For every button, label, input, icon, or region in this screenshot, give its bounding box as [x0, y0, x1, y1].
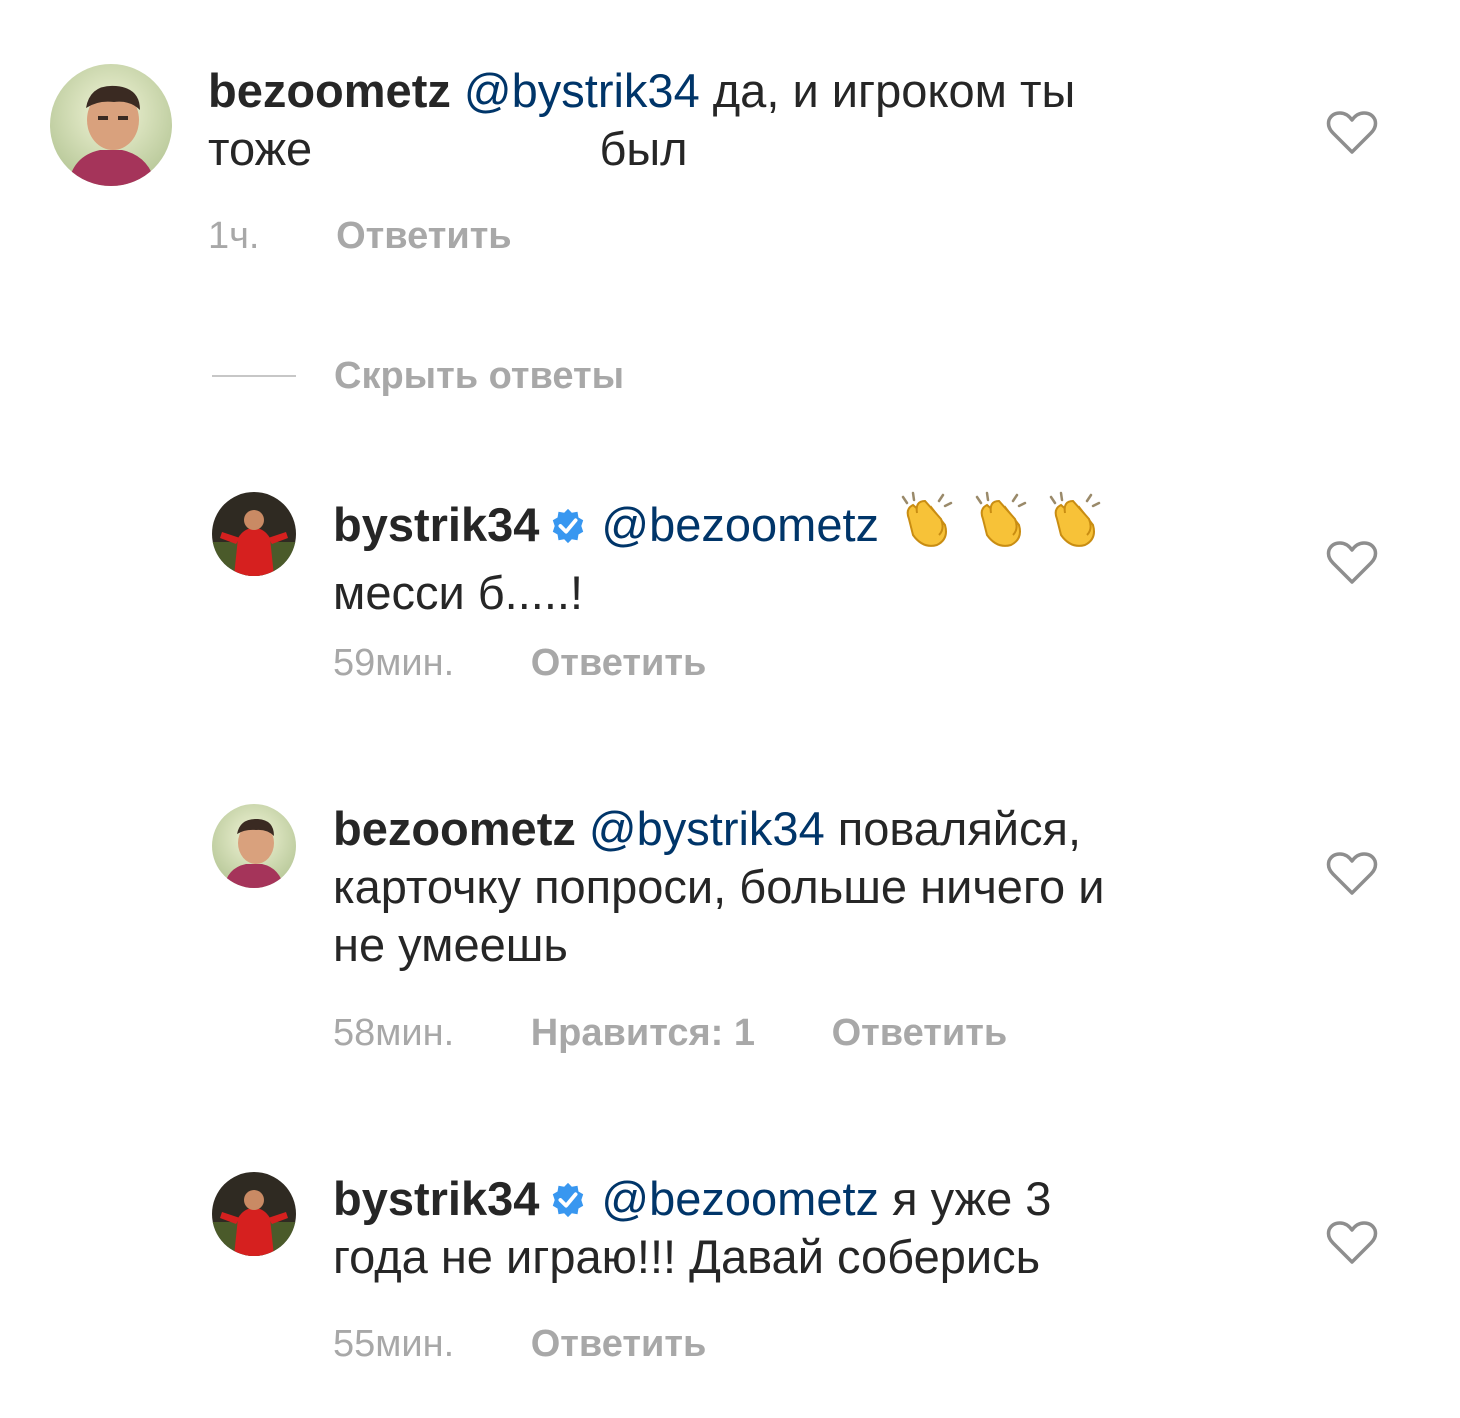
avatar[interactable] — [212, 1172, 296, 1256]
hide-replies-label[interactable]: Скрыть ответы — [334, 355, 624, 398]
comment-body: bezoometz @bystrik34 поваляйся, карточку… — [333, 800, 1293, 974]
avatar[interactable] — [212, 492, 296, 576]
football-player-icon — [212, 1172, 296, 1256]
mention-link[interactable]: @bystrik34 — [589, 802, 825, 855]
comment-text-line: да, и игроком ты — [699, 64, 1076, 117]
user-avatar-icon — [50, 64, 172, 186]
comment-body: bystrik34 @bezoometz я уже 3 года не игра… — [333, 1170, 1293, 1286]
mention-link[interactable]: @bezoometz — [601, 1172, 879, 1225]
clapping-hands-icon — [969, 489, 1031, 551]
comment-body: bezoometz @bystrik34 да, и игроком ты то… — [208, 62, 1268, 178]
like-heart-icon[interactable] — [1326, 1220, 1378, 1266]
comment-timestamp: 1ч. — [208, 215, 260, 257]
comment-text-line: тоже был — [208, 122, 688, 175]
comment-timestamp: 55мин. — [333, 1323, 455, 1365]
hide-replies-toggle[interactable]: Скрыть ответы — [212, 352, 624, 400]
reply-button[interactable]: Ответить — [832, 1011, 1008, 1055]
avatar[interactable] — [50, 64, 172, 186]
comment-username[interactable]: bystrik34 — [333, 1172, 539, 1225]
like-heart-icon[interactable] — [1326, 851, 1378, 897]
comment-meta: 55мин. Ответить — [333, 1322, 706, 1366]
reply-button[interactable]: Ответить — [531, 641, 707, 685]
comment-meta: 1ч. Ответить — [208, 214, 512, 258]
comment-meta: 58мин. Нравится: 1 Ответить — [333, 1011, 1007, 1055]
football-player-icon — [212, 492, 296, 576]
verified-badge-icon — [549, 1181, 587, 1219]
likes-count-button[interactable]: Нравится: 1 — [531, 1011, 755, 1055]
divider-line — [212, 375, 296, 377]
comment-text-line: месси б.....! — [333, 566, 584, 619]
comment-username[interactable]: bystrik34 — [333, 498, 539, 551]
comment-text-line: поваляйся, — [824, 802, 1082, 855]
clapping-hands-icon — [895, 489, 957, 551]
comment-text-line: не умеешь — [333, 918, 568, 971]
comment-meta: 59мин. Ответить — [333, 641, 706, 685]
mention-link[interactable]: @bezoometz — [601, 498, 879, 551]
like-heart-icon[interactable] — [1326, 540, 1378, 586]
comment-text-line: я уже 3 — [879, 1172, 1052, 1225]
comment-text-line: года не играю!!! Давай соберись — [333, 1230, 1041, 1283]
reply-button[interactable]: Ответить — [531, 1322, 707, 1366]
reply-button[interactable]: Ответить — [336, 214, 512, 258]
comment-text-line: карточку попроси, больше ничего и — [333, 860, 1105, 913]
like-heart-icon[interactable] — [1326, 110, 1378, 156]
comment-timestamp: 58мин. — [333, 1012, 455, 1054]
comment-body: bystrik34 @bezoometz месси б.....! — [333, 489, 1293, 622]
emoji-group — [895, 489, 1117, 564]
verified-badge-icon — [549, 507, 587, 545]
comment-username[interactable]: bezoometz — [208, 64, 451, 117]
comment-timestamp: 59мин. — [333, 642, 455, 684]
clapping-hands-icon — [1043, 489, 1105, 551]
avatar[interactable] — [212, 804, 296, 888]
user-avatar-icon — [212, 804, 296, 888]
mention-link[interactable]: @bystrik34 — [464, 64, 700, 117]
comment-username[interactable]: bezoometz — [333, 802, 576, 855]
